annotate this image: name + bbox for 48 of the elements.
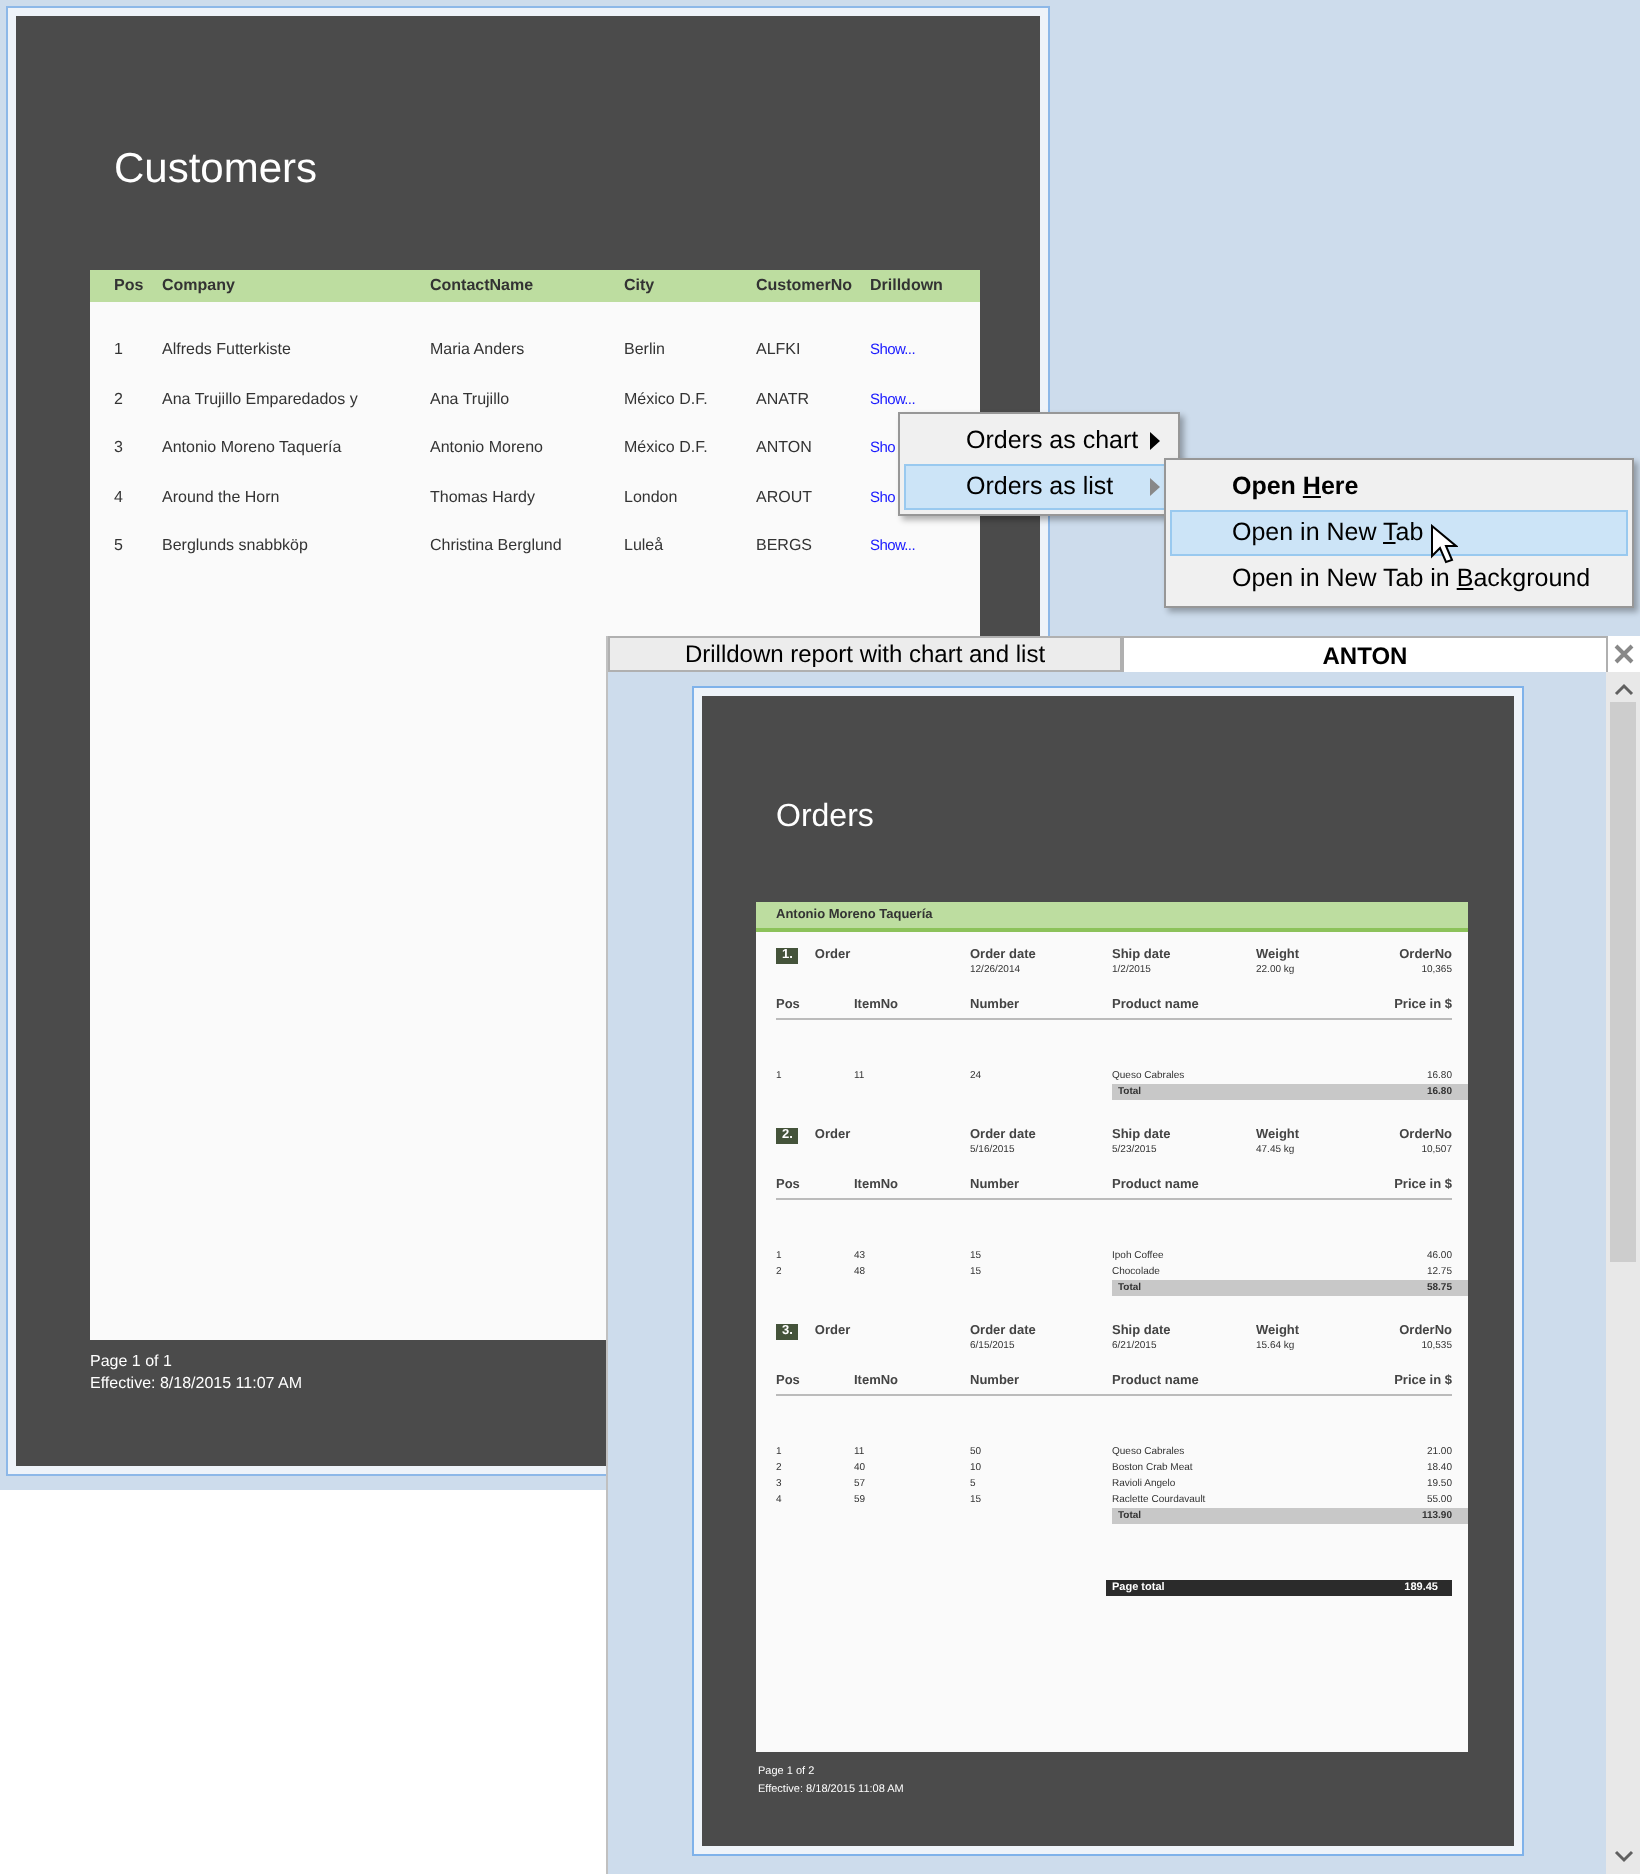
table-cell-text: Around the Horn	[162, 485, 282, 510]
table-cell-text: Ana Trujillo	[430, 387, 512, 412]
menu-item[interactable]: Open Here	[1170, 464, 1628, 510]
table-cell-text: Berglunds snabbköp	[162, 534, 310, 559]
table-cell-text: Antonio Moreno	[430, 436, 545, 461]
column-header: City	[624, 274, 657, 298]
submenu-arrow-icon	[1150, 432, 1160, 450]
footer-text: Page 1 of 1	[90, 1350, 172, 1372]
scroll-down-icon[interactable]	[1613, 1848, 1633, 1864]
table-cell-text: Luleå	[624, 534, 666, 559]
menu-item[interactable]: Open in New Tab	[1170, 510, 1628, 556]
table-cell-text: Antonio Moreno Taquería	[162, 436, 344, 461]
table-cell-text: 5	[114, 534, 125, 559]
table-cell-text: Christina Berglund	[430, 534, 564, 559]
table-cell-text: México D.F.	[624, 387, 710, 412]
table-cell-text: ANATR	[756, 387, 812, 412]
column-header: Drilldown	[870, 274, 945, 298]
scroll-up-icon[interactable]	[1613, 682, 1633, 698]
table-cell-text: Maria Anders	[430, 338, 527, 363]
table-cell-text: México D.F.	[624, 436, 710, 461]
footer-text: Effective: 8/18/2015 11:07 AM	[90, 1372, 302, 1394]
table-cell-text: 3	[114, 436, 125, 461]
table-cell-text: Ana Trujillo Emparedados y	[162, 387, 360, 412]
submenu-arrow-icon	[1150, 478, 1160, 496]
column-header: CustomerNo	[756, 274, 855, 298]
menu-item[interactable]: Orders as chart	[904, 418, 1174, 464]
scroll-thumb[interactable]	[1610, 702, 1636, 1262]
table-cell-text: 2	[114, 387, 125, 412]
table-cell-text: Alfreds Futterkiste	[162, 338, 293, 363]
table-cell-text: ANTON	[756, 436, 814, 461]
tab[interactable]: Drilldown report with chart and list	[608, 636, 1122, 672]
table-cell-text: AROUT	[756, 485, 814, 510]
table-cell-text: 1	[114, 338, 125, 363]
tab[interactable]: ANTON	[1122, 636, 1608, 672]
close-icon	[1614, 644, 1634, 664]
report-title: Customers	[112, 144, 320, 194]
table-cell-text: London	[624, 485, 680, 510]
table-cell-text: BERGS	[756, 534, 815, 559]
column-header: ContactName	[430, 274, 536, 298]
table-cell-text: Thomas Hardy	[430, 485, 537, 510]
cursor-icon	[1430, 524, 1458, 564]
menu-item[interactable]: Open in New Tab in Background	[1170, 556, 1628, 602]
table-cell-text: ALFKI	[756, 338, 803, 363]
table-cell-text: 4	[114, 485, 125, 510]
table-cell-text: Berlin	[624, 338, 667, 363]
column-header: Pos	[114, 274, 146, 298]
column-header: Company	[162, 274, 237, 298]
report-title: Orders	[774, 798, 876, 838]
